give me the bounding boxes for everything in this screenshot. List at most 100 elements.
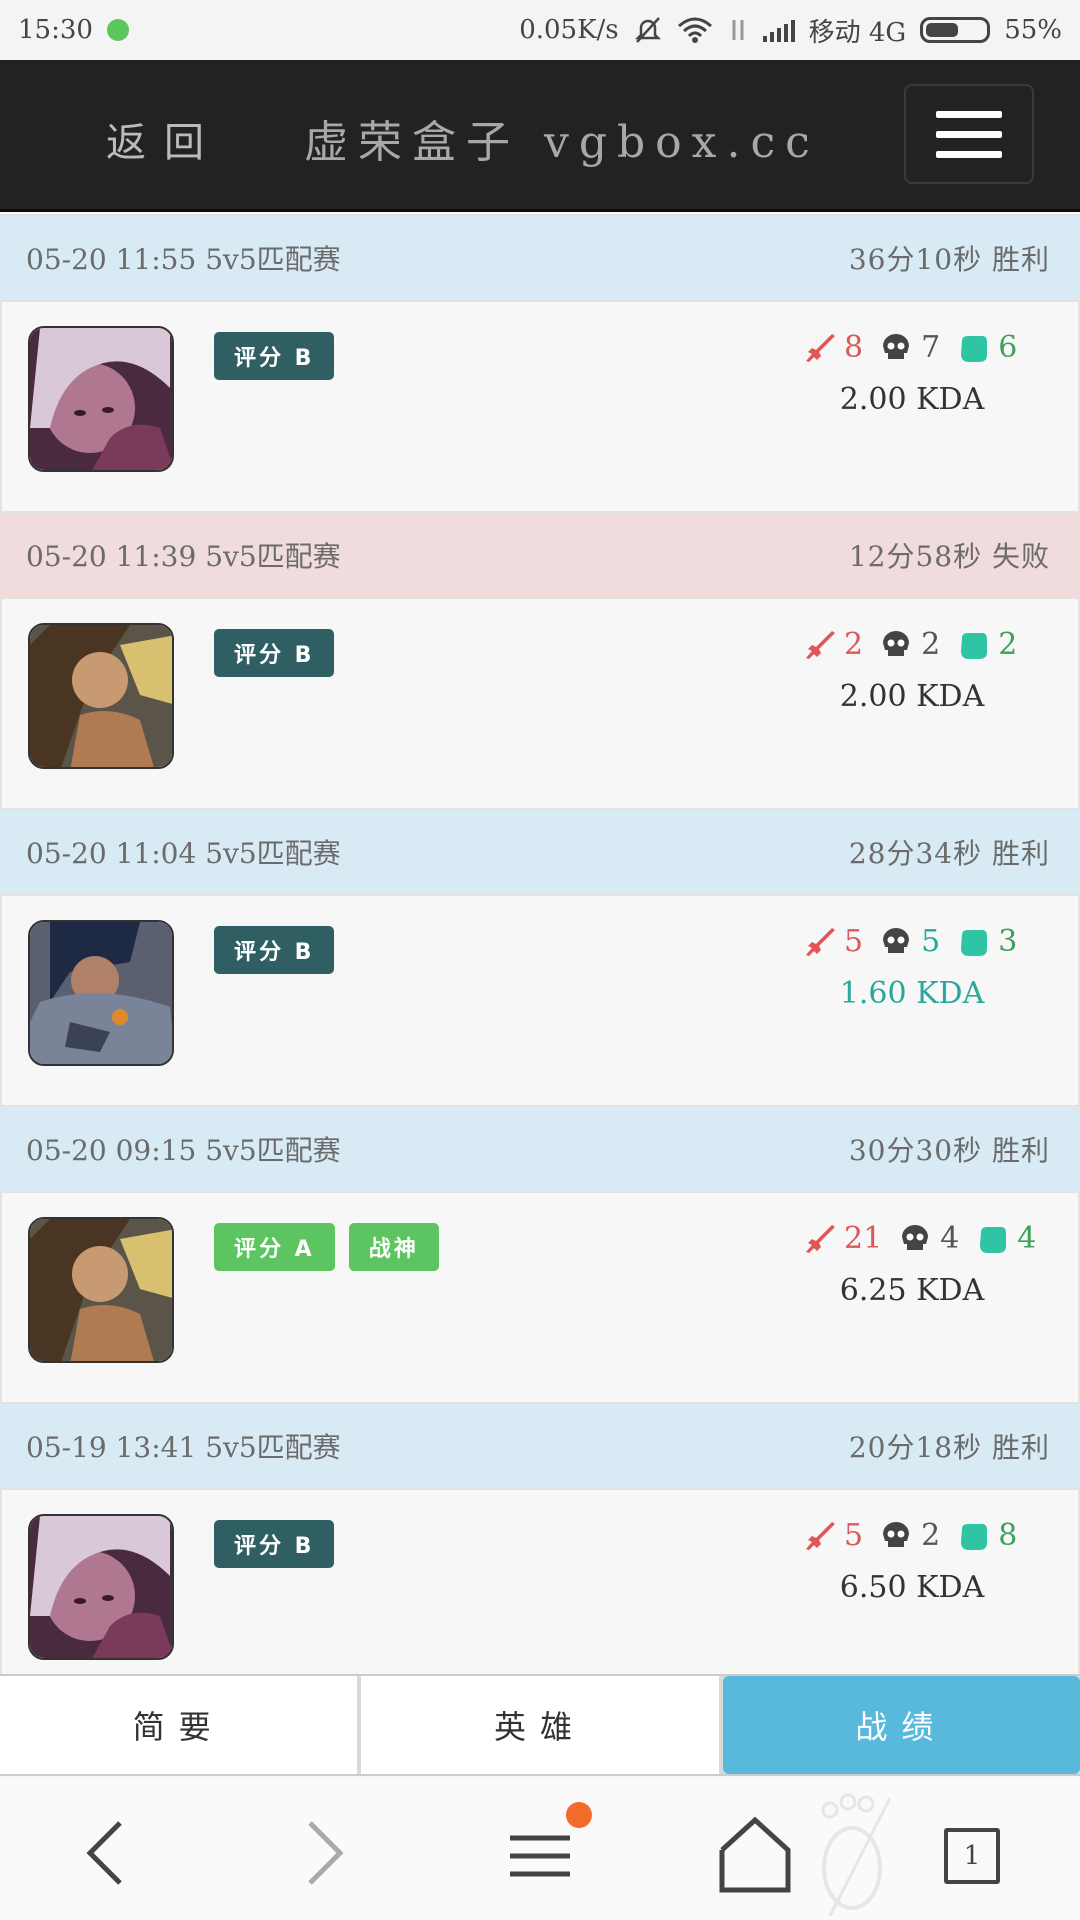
fist-icon [980,1226,1007,1253]
match-outcome: 20分18秒 胜利 [849,1426,1050,1466]
match-mode: 5v5匹配赛 [205,540,341,573]
battery-percent: 55% [1004,15,1062,45]
match-outcome: 12分58秒 失败 [849,535,1050,575]
fist-icon [961,632,988,659]
menu-bar [936,150,1002,158]
deaths: 4 [940,1221,960,1256]
rating-badge: 评分 B [214,1520,335,1568]
mvp-badge: 战神 [348,1223,439,1271]
match-info: 05-20 11:55 5v5匹配赛 [26,238,341,278]
kills: 21 [844,1221,883,1256]
assists: 2 [998,627,1018,662]
tab-summary[interactable]: 简要 [0,1676,358,1774]
rating-badge: 评分 B [214,926,335,974]
menu-bar [936,130,1002,138]
tab-heroes[interactable]: 英雄 [361,1676,719,1774]
badge-group: 评分 B [214,1520,335,1568]
match-mode: 5v5匹配赛 [205,1134,341,1167]
match-body[interactable]: 评分 B 5 5 3 1.60 KDA [0,896,1080,1105]
carrier: 移动 4G [808,17,907,48]
match-mode: 5v5匹配赛 [205,243,341,276]
fist-icon [961,1523,988,1550]
badge-group: 评分 B [214,926,335,974]
match-time: 05-20 11:55 [26,243,197,276]
sword-icon [806,630,835,659]
assists: 6 [998,330,1018,365]
tab-record[interactable]: 战绩 [722,1676,1080,1774]
tab-count-button[interactable]: 1 [944,1828,1000,1884]
match-duration: 36分10秒 [848,243,983,276]
kills: 8 [844,330,864,365]
kda-stats: 8 7 6 [802,330,1017,365]
app-header: 返回 虚荣盒子 vgbox.cc [0,60,1080,212]
kda-ratio: 6.50 KDA [839,1570,985,1605]
battery-icon [920,17,991,43]
match-body[interactable]: 评分 B 2 2 2 2.00 KDA [0,599,1080,808]
hero-avatar-purple-hair [28,326,174,472]
hero-avatar-brown-hair [28,1217,174,1363]
match-time: 05-20 11:39 [26,540,197,573]
match-duration: 30分30秒 [848,1134,983,1167]
match-outcome: 28分34秒 胜利 [849,832,1050,872]
sword-icon [806,927,835,956]
status-bar: 15:30 0.05K/s 移动 4G 55% [0,0,1080,60]
hamburger-menu-button[interactable] [904,84,1034,184]
match-time: 05-20 09:15 [26,1134,197,1167]
back-arrow-icon[interactable] [60,1808,150,1898]
match-body[interactable]: 评分 A 战神 21 4 4 6.25 KDA [0,1193,1080,1402]
home-icon[interactable] [710,1808,800,1898]
match-header[interactable]: 05-20 09:15 5v5匹配赛 30分30秒 胜利 [0,1105,1080,1193]
sword-icon [806,333,835,362]
match-duration: 28分34秒 [848,837,983,870]
menu-bar [936,110,1002,118]
badge-group: 评分 B [214,332,335,380]
match-header[interactable]: 05-20 11:39 5v5匹配赛 12分58秒 失败 [0,511,1080,599]
fist-icon [961,929,988,956]
kda-stats: 5 5 3 [802,924,1017,959]
forward-arrow-icon[interactable] [280,1808,370,1898]
assists: 8 [998,1518,1018,1553]
deaths: 2 [921,627,941,662]
badge-group: 评分 B [214,629,335,677]
deaths: 2 [921,1518,941,1553]
notification-dot [566,1802,592,1828]
match-result: 胜利 [991,837,1050,870]
kda-stats: 5 2 8 [802,1518,1017,1553]
deaths: 7 [921,330,941,365]
match-outcome: 30分30秒 胜利 [849,1129,1050,1169]
hero-avatar-armored [28,920,174,1066]
hero-avatar-brown-hair [28,623,174,769]
match-body[interactable]: 评分 B 8 7 6 2.00 KDA [0,302,1080,511]
sword-icon [806,1521,835,1550]
assists: 4 [1017,1221,1037,1256]
hero-avatar-purple-hair [28,1514,174,1660]
kda-ratio: 1.60 KDA [839,976,985,1011]
match-mode: 5v5匹配赛 [205,1431,341,1464]
match-info: 05-19 13:41 5v5匹配赛 [26,1426,341,1466]
match-info: 05-20 11:39 5v5匹配赛 [26,535,341,575]
net-speed: 0.05K/s [519,15,619,45]
data-transfer-icon [732,20,744,40]
status-time: 15:30 [18,15,93,45]
match-info: 05-20 09:15 5v5匹配赛 [26,1129,341,1169]
match-header[interactable]: 05-20 11:55 5v5匹配赛 36分10秒 胜利 [0,214,1080,302]
android-icon [106,19,129,41]
kills: 5 [844,1518,864,1553]
skull-icon [902,1224,929,1250]
fist-icon [961,335,988,362]
match-header[interactable]: 05-20 11:04 5v5匹配赛 28分34秒 胜利 [0,808,1080,896]
match-body[interactable]: 评分 B 5 2 8 6.50 KDA [0,1490,1080,1699]
skull-icon [883,630,910,656]
kda-ratio: 2.00 KDA [839,679,985,714]
match-header[interactable]: 05-19 13:41 5v5匹配赛 20分18秒 胜利 [0,1402,1080,1490]
assists: 3 [998,924,1018,959]
kda-ratio: 2.00 KDA [839,382,985,417]
wifi-icon [677,17,712,43]
kills: 2 [844,627,864,662]
match-info: 05-20 11:04 5v5匹配赛 [26,832,341,872]
match-result: 胜利 [991,243,1050,276]
deaths: 5 [921,924,941,959]
skull-icon [883,333,910,359]
match-result: 胜利 [991,1134,1050,1167]
back-button[interactable]: 返回 [106,110,222,168]
